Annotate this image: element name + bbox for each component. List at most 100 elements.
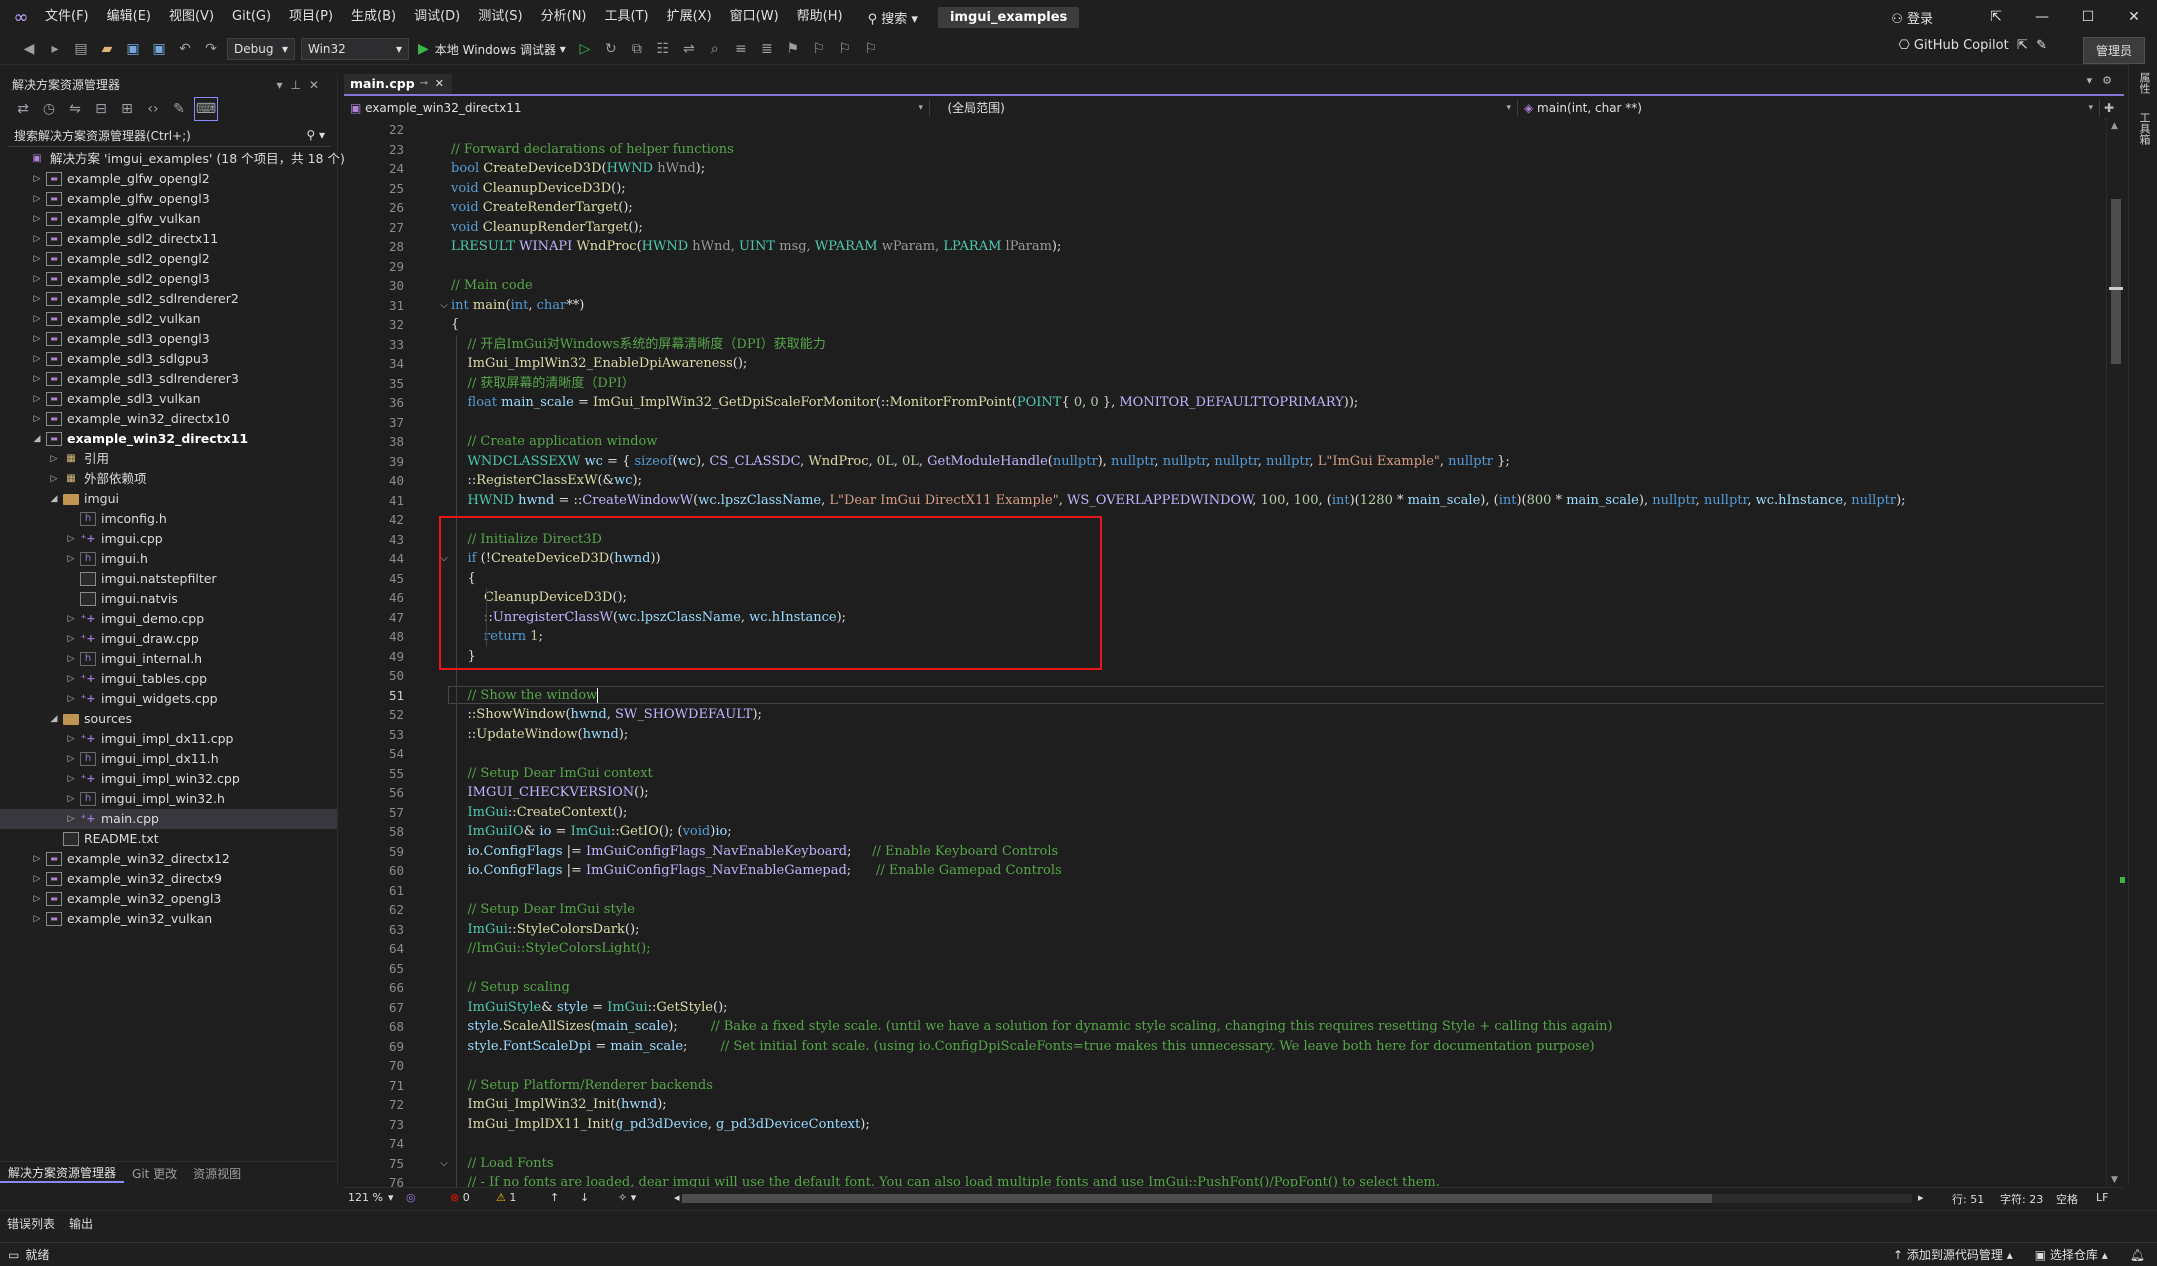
tree-item[interactable]: ▷ ▬ example_sdl2_opengl2 xyxy=(0,249,337,269)
code-line[interactable]: 61 xyxy=(344,881,2104,901)
code-line[interactable]: 27 void CleanupRenderTarget(); xyxy=(344,218,2104,238)
char-indicator[interactable]: 字符: 23 xyxy=(2000,1191,2043,1207)
undo-icon[interactable]: ↶ xyxy=(174,38,196,60)
bookmark-clear-icon[interactable]: ⚐ xyxy=(860,38,882,60)
code-line[interactable]: 59 io.ConfigFlags |= ImGuiConfigFlags_Na… xyxy=(344,842,2104,862)
tree-item[interactable]: ▷ ⁺+ imgui_draw.cpp xyxy=(0,629,337,649)
collapsed-chevron-icon[interactable]: ▷ xyxy=(31,309,43,329)
line-indicator[interactable]: 行: 51 xyxy=(1952,1191,1984,1207)
collapsed-chevron-icon[interactable]: ▷ xyxy=(31,249,43,269)
code-line[interactable]: 54 xyxy=(344,744,2104,764)
code-line[interactable]: 76 // - If no fonts are loaded, dear img… xyxy=(344,1173,2104,1187)
code-line[interactable]: 24 bool CreateDeviceD3D(HWND hWnd); xyxy=(344,159,2104,179)
expanded-chevron-icon[interactable]: ◢ xyxy=(48,489,60,509)
tree-item[interactable]: ▷ ▬ example_sdl2_vulkan xyxy=(0,309,337,329)
tree-item[interactable]: ▷ h imgui.h xyxy=(0,549,337,569)
tree-item[interactable]: h imconfig.h xyxy=(0,509,337,529)
collapsed-chevron-icon[interactable]: ▷ xyxy=(31,909,43,929)
maximize-button[interactable]: ☐ xyxy=(2065,0,2111,34)
code-line[interactable]: 60 io.ConfigFlags |= ImGuiConfigFlags_Na… xyxy=(344,861,2104,881)
tree-item[interactable]: ▷ ▦ 外部依赖项 xyxy=(0,469,337,489)
code-line[interactable]: 65 xyxy=(344,959,2104,979)
warning-count[interactable]: ⚠ 1 xyxy=(496,1191,516,1204)
code-line[interactable]: 32 { xyxy=(344,315,2104,335)
code-line[interactable]: 31 ⌵ int main(int, char**) xyxy=(344,296,2104,316)
menu-item[interactable]: 测试(S) xyxy=(469,0,531,34)
code-view-icon[interactable]: ‹› xyxy=(142,98,164,120)
code-line[interactable]: 52 ::ShowWindow(hwnd, SW_SHOWDEFAULT); xyxy=(344,705,2104,725)
tree-item[interactable]: ▷ h imgui_impl_win32.h xyxy=(0,789,337,809)
collapsed-chevron-icon[interactable]: ▷ xyxy=(65,649,77,669)
history-icon[interactable]: ◷ xyxy=(38,98,60,120)
tree-item[interactable]: ▷ ▬ example_win32_directx12 xyxy=(0,849,337,869)
horizontal-scrollbar[interactable] xyxy=(682,1194,1912,1203)
code-line[interactable]: 34 ImGui_ImplWin32_EnableDpiAwareness(); xyxy=(344,354,2104,374)
code-line[interactable]: 35 // 获取屏幕的清晰度（DPI） xyxy=(344,374,2104,394)
tab-overflow-icons[interactable]: ▾⚙ xyxy=(2087,74,2122,87)
menu-item[interactable]: 帮助(H) xyxy=(788,0,852,34)
code-line[interactable]: 23 // Forward declarations of helper func… xyxy=(344,140,2104,160)
collapsed-chevron-icon[interactable]: ▷ xyxy=(31,849,43,869)
browser-link-icon[interactable]: ⧉ xyxy=(626,38,648,60)
code-line[interactable]: 64 //ImGui::StyleColorsLight(); xyxy=(344,939,2104,959)
collapsed-chevron-icon[interactable]: ▷ xyxy=(65,629,77,649)
scroll-up-icon[interactable]: ▲ xyxy=(2111,121,2118,131)
code-line[interactable]: 71 // Setup Platform/Renderer backends xyxy=(344,1076,2104,1096)
code-line[interactable]: 74 xyxy=(344,1134,2104,1154)
save-all-icon[interactable]: ▣ xyxy=(148,38,170,60)
scroll-left-icon[interactable]: ◂ xyxy=(674,1191,680,1204)
collapsed-chevron-icon[interactable]: ▷ xyxy=(31,189,43,209)
collapsed-chevron-icon[interactable]: ▷ xyxy=(31,169,43,189)
tree-item[interactable]: ◢ imgui xyxy=(0,489,337,509)
code-line[interactable]: 41 HWND hwnd = ::CreateWindowW(wc.lpszCl… xyxy=(344,491,2104,511)
code-line[interactable]: 66 // Setup scaling xyxy=(344,978,2104,998)
navigate-forward-icon[interactable]: ▸ xyxy=(44,38,66,60)
tree-item[interactable]: ▷ ▬ example_win32_opengl3 xyxy=(0,889,337,909)
expanded-chevron-icon[interactable]: ◢ xyxy=(48,709,60,729)
layout-icon[interactable]: ☷ xyxy=(652,38,674,60)
properties-tab[interactable]: 属性 xyxy=(2136,72,2152,94)
tree-item[interactable]: ▷ ▬ example_sdl2_directx11 xyxy=(0,229,337,249)
code-line[interactable]: 25 void CleanupDeviceD3D(); xyxy=(344,179,2104,199)
whitespace-indicator[interactable]: 空格 xyxy=(2056,1191,2078,1207)
code-line[interactable]: 68 style.ScaleAllSizes(main_scale); // B… xyxy=(344,1017,2104,1037)
start-without-debugging-icon[interactable]: ▷ xyxy=(574,38,596,60)
code-line[interactable]: 53 ::UpdateWindow(hwnd); xyxy=(344,725,2104,745)
collapsed-chevron-icon[interactable]: ▷ xyxy=(65,549,77,569)
collapsed-chevron-icon[interactable]: ▷ xyxy=(65,689,77,709)
code-line[interactable]: 55 // Setup Dear ImGui context xyxy=(344,764,2104,784)
collapsed-chevron-icon[interactable]: ▷ xyxy=(31,369,43,389)
collapsed-chevron-icon[interactable]: ▷ xyxy=(65,769,77,789)
uncomment-icon[interactable]: ≣ xyxy=(756,38,778,60)
tree-item[interactable]: ▷ ▬ example_glfw_opengl2 xyxy=(0,169,337,189)
find-icon[interactable]: ⌕ xyxy=(704,38,726,60)
navigate-back-icon[interactable]: ◀ xyxy=(18,38,40,60)
project-dropdown[interactable]: ▣ example_win32_directx11 ▾ xyxy=(344,99,930,117)
search-button[interactable]: ⚲ 搜索 ▾ xyxy=(860,8,926,27)
bookmark-prev-icon[interactable]: ⚐ xyxy=(808,38,830,60)
tab-output[interactable]: 输出 xyxy=(62,1215,100,1232)
collapsed-chevron-icon[interactable]: ▷ xyxy=(31,389,43,409)
horizontal-scrollbar-thumb[interactable] xyxy=(682,1194,1712,1203)
code-line[interactable]: 30 // Main code xyxy=(344,276,2104,296)
comment-icon[interactable]: ≡ xyxy=(730,38,752,60)
code-line[interactable]: 70 xyxy=(344,1056,2104,1076)
code-line[interactable]: 56 IMGUI_CHECKVERSION(); xyxy=(344,783,2104,803)
menu-item[interactable]: 编辑(E) xyxy=(98,0,160,34)
tree-item[interactable]: ▷ ⁺+ main.cpp xyxy=(0,809,337,829)
code-line[interactable]: 28 LRESULT WINAPI WndProc(HWND hWnd, UINT… xyxy=(344,237,2104,257)
tree-item[interactable]: ▷ ▬ example_sdl2_sdlrenderer2 xyxy=(0,289,337,309)
code-line[interactable]: 37 xyxy=(344,413,2104,433)
close-window-button[interactable]: ✕ xyxy=(2111,0,2157,34)
close-tab-icon[interactable]: ✕ xyxy=(435,74,444,94)
code-line[interactable]: 39 WNDCLASSEXW wc = { sizeof(wc), CS_CLA… xyxy=(344,452,2104,472)
redo-icon[interactable]: ↷ xyxy=(200,38,222,60)
save-icon[interactable]: ▣ xyxy=(122,38,144,60)
collapsed-chevron-icon[interactable]: ▷ xyxy=(31,349,43,369)
tree-item[interactable]: ▷ ▬ example_sdl2_opengl3 xyxy=(0,269,337,289)
bookmark-next-icon[interactable]: ⚐ xyxy=(834,38,856,60)
tree-item[interactable]: imgui.natvis xyxy=(0,589,337,609)
collapsed-chevron-icon[interactable]: ▷ xyxy=(31,869,43,889)
code-line[interactable]: 75 ⌵ // Load Fonts xyxy=(344,1154,2104,1174)
collapsed-chevron-icon[interactable]: ▷ xyxy=(48,449,60,469)
